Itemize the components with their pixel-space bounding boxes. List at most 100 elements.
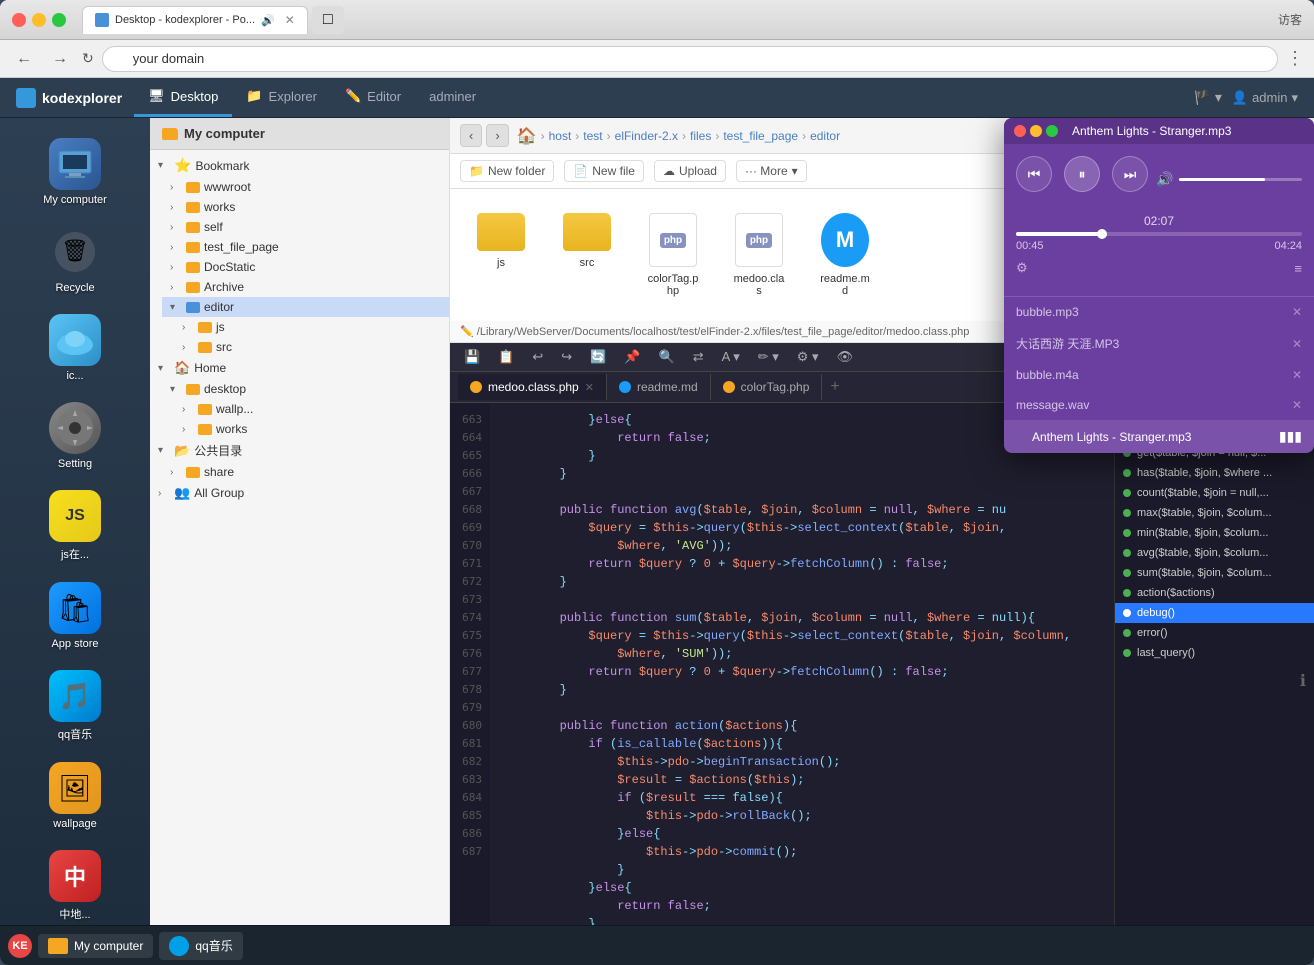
desktop-icon-wallpage[interactable]: 🖼 wallpage [15, 754, 135, 838]
mp-playlist-item-5[interactable]: Anthem Lights - Stranger.mp3 ▮▮▮ [1004, 420, 1314, 453]
tree-bookmark[interactable]: ▾ ⭐ Bookmark [150, 154, 449, 177]
mp-playlist-item-4[interactable]: message.wav ✕ [1004, 390, 1314, 420]
forward-button[interactable]: → [46, 48, 74, 70]
mp-settings-icon[interactable]: ⚙ [1016, 260, 1028, 276]
tab-readme[interactable]: readme.md [607, 374, 711, 400]
tab-medoo[interactable]: medoo.class.php ✕ [458, 374, 607, 400]
tree-works2[interactable]: › works [174, 419, 449, 439]
desktop-icon-zhongdi[interactable]: 中 中地... [15, 842, 135, 925]
nav-desktop[interactable]: 🖥 Desktop [134, 78, 232, 117]
new-folder-button[interactable]: 📁 New folder [460, 160, 554, 182]
tree-editor[interactable]: ▾ editor [162, 297, 449, 317]
mp-maximize-button[interactable] [1046, 125, 1058, 137]
user-button[interactable]: 👤 admin ▾ [1232, 90, 1298, 106]
font-button[interactable]: A ▾ [716, 347, 746, 367]
mp-volume-bar[interactable] [1179, 178, 1302, 181]
mp-close-button[interactable] [1014, 125, 1026, 137]
desktop-icon-qq[interactable]: 🎵 qq音乐 [15, 662, 135, 750]
ac-item-active[interactable]: debug() [1115, 603, 1314, 623]
eye-button[interactable]: 👁 [831, 347, 860, 367]
breadcrumb-editor[interactable]: editor [810, 129, 840, 143]
tree-works[interactable]: › works [162, 197, 449, 217]
ac-item[interactable]: max($table, $join, $colum... [1115, 503, 1314, 523]
save-button[interactable]: 💾 [458, 347, 486, 367]
browser-menu-button[interactable]: ⋮ [1286, 48, 1304, 69]
file-item-js[interactable]: js [466, 205, 536, 305]
url-input[interactable] [102, 46, 1278, 72]
file-item-src[interactable]: src [552, 205, 622, 305]
browser-tab[interactable]: Desktop - kodexplorer - Po... 🔊 ✕ [82, 6, 308, 34]
upload-button[interactable]: ☁ Upload [654, 160, 726, 182]
file-item-medoo[interactable]: php medoo.clas [724, 205, 794, 305]
breadcrumb-files[interactable]: files [690, 129, 711, 143]
more-button[interactable]: ··· More ▾ [736, 160, 807, 182]
mp-next-button[interactable]: ⏭ [1112, 156, 1148, 192]
tree-share[interactable]: › share [162, 462, 449, 482]
mp-playlist-item-3[interactable]: bubble.m4a ✕ [1004, 360, 1314, 390]
desktop-icon-icloud[interactable]: ic... [15, 306, 135, 390]
nav-explorer[interactable]: 📁 Explorer [232, 78, 331, 117]
tree-src[interactable]: › src [174, 337, 449, 357]
ke-button[interactable]: KE [8, 934, 32, 958]
mp-remove-icon[interactable]: ✕ [1292, 337, 1302, 351]
ac-item[interactable]: min($table, $join, $colum... [1115, 523, 1314, 543]
ac-item[interactable]: last_query() [1115, 643, 1314, 663]
mp-play-button[interactable]: ⏸ [1064, 156, 1100, 192]
tree-wallpaper[interactable]: › wallp... [174, 399, 449, 419]
square-button[interactable]: □ [312, 6, 344, 34]
taskbar-item-qq[interactable]: qq音乐 [159, 932, 242, 960]
mp-playlist-item-1[interactable]: bubble.mp3 ✕ [1004, 297, 1314, 327]
tree-home[interactable]: ▾ 🏠 Home [150, 357, 449, 379]
file-item-colortag[interactable]: php colorTag.php [638, 205, 708, 305]
mp-remove-icon[interactable]: ✕ [1292, 398, 1302, 412]
maximize-button[interactable] [52, 13, 66, 27]
refresh-editor-button[interactable]: 🔄 [584, 347, 612, 367]
tree-public[interactable]: ▾ 📂 公共目录 [150, 439, 449, 462]
desktop-icon-recycle[interactable]: 🗑 Recycle [15, 218, 135, 302]
mp-prev-button[interactable]: ⏮ [1016, 156, 1052, 192]
undo-button[interactable]: ↩ [526, 347, 549, 367]
ac-item[interactable]: count($table, $join = null,... [1115, 483, 1314, 503]
tab-close-button[interactable]: ✕ [285, 13, 295, 27]
ac-item[interactable]: error() [1115, 623, 1314, 643]
mp-playlist-item-2[interactable]: 大话西游 天涯.MP3 ✕ [1004, 327, 1314, 360]
taskbar-item-computer[interactable]: My computer [38, 934, 153, 958]
ac-item[interactable]: avg($table, $join, $colum... [1115, 543, 1314, 563]
tree-self[interactable]: › self [162, 217, 449, 237]
mp-remove-icon[interactable]: ✕ [1292, 305, 1302, 319]
nav-editor[interactable]: ✏️ Editor [331, 78, 415, 117]
breadcrumb-test-file-page[interactable]: test_file_page [723, 129, 798, 143]
minimize-button[interactable] [32, 13, 46, 27]
settings-editor-button[interactable]: ⚙ ▾ [791, 347, 825, 367]
breadcrumb-host[interactable]: host [549, 129, 572, 143]
add-tab-button[interactable]: + [822, 372, 847, 402]
mp-minimize-button[interactable] [1030, 125, 1042, 137]
desktop-icon-settings[interactable]: Setting [15, 394, 135, 478]
breadcrumb-test[interactable]: test [583, 129, 602, 143]
tree-archive[interactable]: › Archive [162, 277, 449, 297]
tab-colortag[interactable]: colorTag.php [711, 374, 823, 400]
mp-remove-icon[interactable]: ✕ [1292, 368, 1302, 382]
flag-button[interactable]: 🏴 ▾ [1194, 89, 1222, 106]
back-button[interactable]: ← [10, 48, 38, 70]
nav-adminer[interactable]: adminer [415, 78, 490, 117]
pencil-button[interactable]: ✏ ▾ [752, 347, 785, 367]
desktop-icon-js[interactable]: JS js在... [15, 482, 135, 570]
mp-progress-bar[interactable] [1016, 232, 1302, 236]
tree-test-file-page[interactable]: › test_file_page [162, 237, 449, 257]
tree-docstatic[interactable]: › DocStatic [162, 257, 449, 277]
file-item-readme[interactable]: M readme.md [810, 205, 880, 305]
close-button[interactable] [12, 13, 26, 27]
pin-button[interactable]: 📌 [618, 347, 646, 367]
tree-wwwroot[interactable]: › wwwroot [162, 177, 449, 197]
mp-list-icon[interactable]: ≡ [1294, 261, 1302, 276]
desktop-icon-appstore[interactable]: 🛍 App store [15, 574, 135, 658]
fb-forward-button[interactable]: › [486, 124, 508, 147]
shuffle-button[interactable]: ⇄ [687, 347, 710, 367]
refresh-button[interactable]: ↻ [82, 50, 94, 67]
home-breadcrumb-icon[interactable]: 🏠 [517, 126, 537, 146]
search-button[interactable]: 🔍 [653, 347, 681, 367]
tree-js[interactable]: › js [174, 317, 449, 337]
ac-item[interactable]: action($actions) [1115, 583, 1314, 603]
tree-all-group[interactable]: › 👥 All Group [150, 482, 449, 504]
